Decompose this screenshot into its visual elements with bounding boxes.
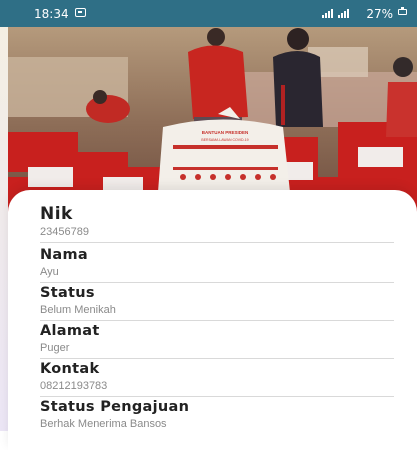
field-label-nik: Nik <box>40 204 73 224</box>
divider <box>40 320 394 321</box>
field-label-kontak: Kontak <box>40 361 100 377</box>
field-nik: Nik 23456789 <box>40 204 394 243</box>
field-value-status: Belum Menikah <box>40 304 116 316</box>
signal-icon <box>338 9 349 18</box>
field-value-kontak: 08212193783 <box>40 380 108 392</box>
field-label-nama: Nama <box>40 247 89 263</box>
battery-icon <box>398 7 407 15</box>
divider <box>40 396 394 397</box>
field-nama: Nama Ayu <box>40 246 394 283</box>
divider <box>40 282 394 283</box>
bag-label-line1: BANTUAN PRESIDEN <box>202 130 249 135</box>
field-value-status-pengajuan: Berhak Menerima Bansos <box>40 418 167 430</box>
field-label-alamat: Alamat <box>40 323 100 339</box>
field-value-alamat: Puger <box>40 342 70 354</box>
status-bar: 18:34 27% <box>0 0 417 27</box>
left-edge <box>0 27 8 431</box>
field-status-pengajuan: Status Pengajuan Berhak Menerima Bansos <box>40 398 394 431</box>
divider <box>40 242 394 243</box>
signal-icon <box>322 9 333 18</box>
field-value-nama: Ayu <box>40 266 59 278</box>
battery-percent: 27% <box>366 7 393 21</box>
field-label-status-pengajuan: Status Pengajuan <box>40 399 190 415</box>
field-value-nik: 23456789 <box>40 226 89 238</box>
bag-label-line2: BERSAMA LAWAN COVID-19 <box>201 138 248 142</box>
field-label-status: Status <box>40 285 95 301</box>
field-alamat: Alamat Puger <box>40 322 394 359</box>
status-time: 18:34 <box>34 7 69 21</box>
field-status: Status Belum Menikah <box>40 284 394 321</box>
field-kontak: Kontak 08212193783 <box>40 360 394 397</box>
signal-indicators <box>322 9 349 18</box>
message-icon <box>75 8 86 17</box>
divider <box>40 358 394 359</box>
profile-card: Nik 23456789 Nama Ayu Status Belum Menik… <box>8 190 417 450</box>
